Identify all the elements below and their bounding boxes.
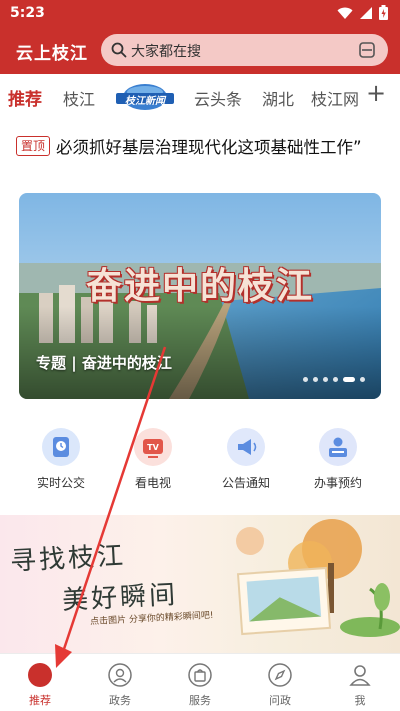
app-bar: 云上枝江 大家都在搜 bbox=[0, 30, 400, 70]
banner-headline: 奋进中的枝江 bbox=[85, 265, 314, 307]
battery-icon bbox=[379, 5, 388, 20]
scan-icon[interactable] bbox=[358, 41, 376, 59]
carousel-dot bbox=[313, 377, 318, 382]
status-icons bbox=[337, 5, 388, 20]
signal-icon bbox=[360, 6, 372, 19]
nav-service[interactable]: 服务 bbox=[160, 654, 240, 711]
nav-government[interactable]: 政务 bbox=[80, 654, 160, 711]
carousel-indicator bbox=[303, 377, 365, 382]
recommend-icon bbox=[27, 662, 53, 688]
nav-service-label: 服务 bbox=[189, 694, 211, 707]
carousel-dot bbox=[303, 377, 308, 382]
add-channel-button[interactable]: + bbox=[366, 79, 386, 107]
quick-notice-button[interactable]: 公告通知 bbox=[206, 428, 286, 491]
quick-tv-label: 看电视 bbox=[134, 476, 171, 490]
quick-bus-button[interactable]: 实时公交 bbox=[21, 428, 101, 491]
search-input[interactable]: 大家都在搜 bbox=[131, 41, 201, 61]
carousel-dot bbox=[360, 377, 365, 382]
promo-illustration bbox=[236, 519, 400, 637]
carousel-dot bbox=[323, 377, 328, 382]
carousel-dot bbox=[333, 377, 338, 382]
channel-tabs: 推荐 枝江 枝江新闻 云头条 湖北 枝江网 + bbox=[0, 74, 400, 118]
appointment-icon bbox=[319, 428, 357, 466]
quick-appointment-button[interactable]: 办事预约 bbox=[298, 428, 378, 491]
service-bag-icon bbox=[187, 662, 213, 688]
tab-yuntoutiao[interactable]: 云头条 bbox=[194, 86, 242, 110]
quick-services: 实时公交 TV 看电视 公告通知 办事预约 bbox=[0, 428, 400, 494]
tab-zhijiang-news-logo[interactable]: 枝江新闻 bbox=[114, 82, 176, 112]
quick-appointment-label: 办事预约 bbox=[313, 476, 362, 490]
tab-zhijiang[interactable]: 枝江 bbox=[63, 86, 95, 110]
top-header: 5:23 云上枝江 大家都在搜 bbox=[0, 0, 400, 74]
quick-notice-label: 公告通知 bbox=[221, 476, 270, 490]
nav-inquiry[interactable]: 问政 bbox=[240, 654, 320, 711]
user-icon bbox=[347, 662, 373, 688]
search-icon bbox=[111, 42, 127, 58]
search-bar[interactable]: 大家都在搜 bbox=[101, 34, 388, 66]
pinned-badge: 置顶 bbox=[16, 136, 50, 156]
bottom-nav: 推荐 政务 服务 问政 我 bbox=[0, 653, 400, 711]
quick-bus-label: 实时公交 bbox=[36, 476, 85, 490]
quick-tv-button[interactable]: TV 看电视 bbox=[113, 428, 193, 491]
banner-caption: 专题 | 奋进中的枝江 bbox=[36, 354, 172, 372]
nav-government-label: 政务 bbox=[109, 694, 131, 707]
compass-icon bbox=[267, 662, 293, 688]
wifi-icon bbox=[337, 7, 353, 19]
tab-zhijiang-web[interactable]: 枝江网 bbox=[311, 86, 359, 110]
pinned-article[interactable]: 置顶 必须抓好基层治理现代化这项基础性工作” bbox=[16, 134, 394, 160]
carousel-dot-active bbox=[343, 377, 355, 382]
nav-recommend[interactable]: 推荐 bbox=[0, 654, 80, 711]
megaphone-icon bbox=[227, 428, 265, 466]
tab-hubei[interactable]: 湖北 bbox=[262, 86, 294, 110]
nav-me[interactable]: 我 bbox=[320, 654, 400, 711]
banner-carousel[interactable]: 奋进中的枝江 专题 | 奋进中的枝江 bbox=[19, 193, 381, 399]
promo-banner[interactable]: 寻找枝江 美好瞬间 点击图片 分享你的精彩瞬间吧! bbox=[0, 515, 400, 653]
tab-recommend[interactable]: 推荐 bbox=[8, 85, 42, 110]
promo-title-line1: 寻找枝江 bbox=[9, 540, 127, 578]
status-time: 5:23 bbox=[10, 5, 45, 21]
bus-clock-icon bbox=[42, 428, 80, 466]
nav-me-label: 我 bbox=[354, 694, 366, 707]
nav-inquiry-label: 问政 bbox=[269, 694, 291, 707]
nav-recommend-label: 推荐 bbox=[29, 694, 51, 707]
tv-icon: TV bbox=[134, 428, 172, 466]
zhijiang-news-logo-text: 枝江新闻 bbox=[125, 96, 165, 107]
pinned-title[interactable]: 必须抓好基层治理现代化这项基础性工作” bbox=[56, 134, 362, 158]
government-icon bbox=[107, 662, 133, 688]
svg-text:TV: TV bbox=[147, 443, 159, 452]
status-bar: 5:23 bbox=[0, 0, 400, 28]
app-title: 云上枝江 bbox=[16, 44, 88, 64]
